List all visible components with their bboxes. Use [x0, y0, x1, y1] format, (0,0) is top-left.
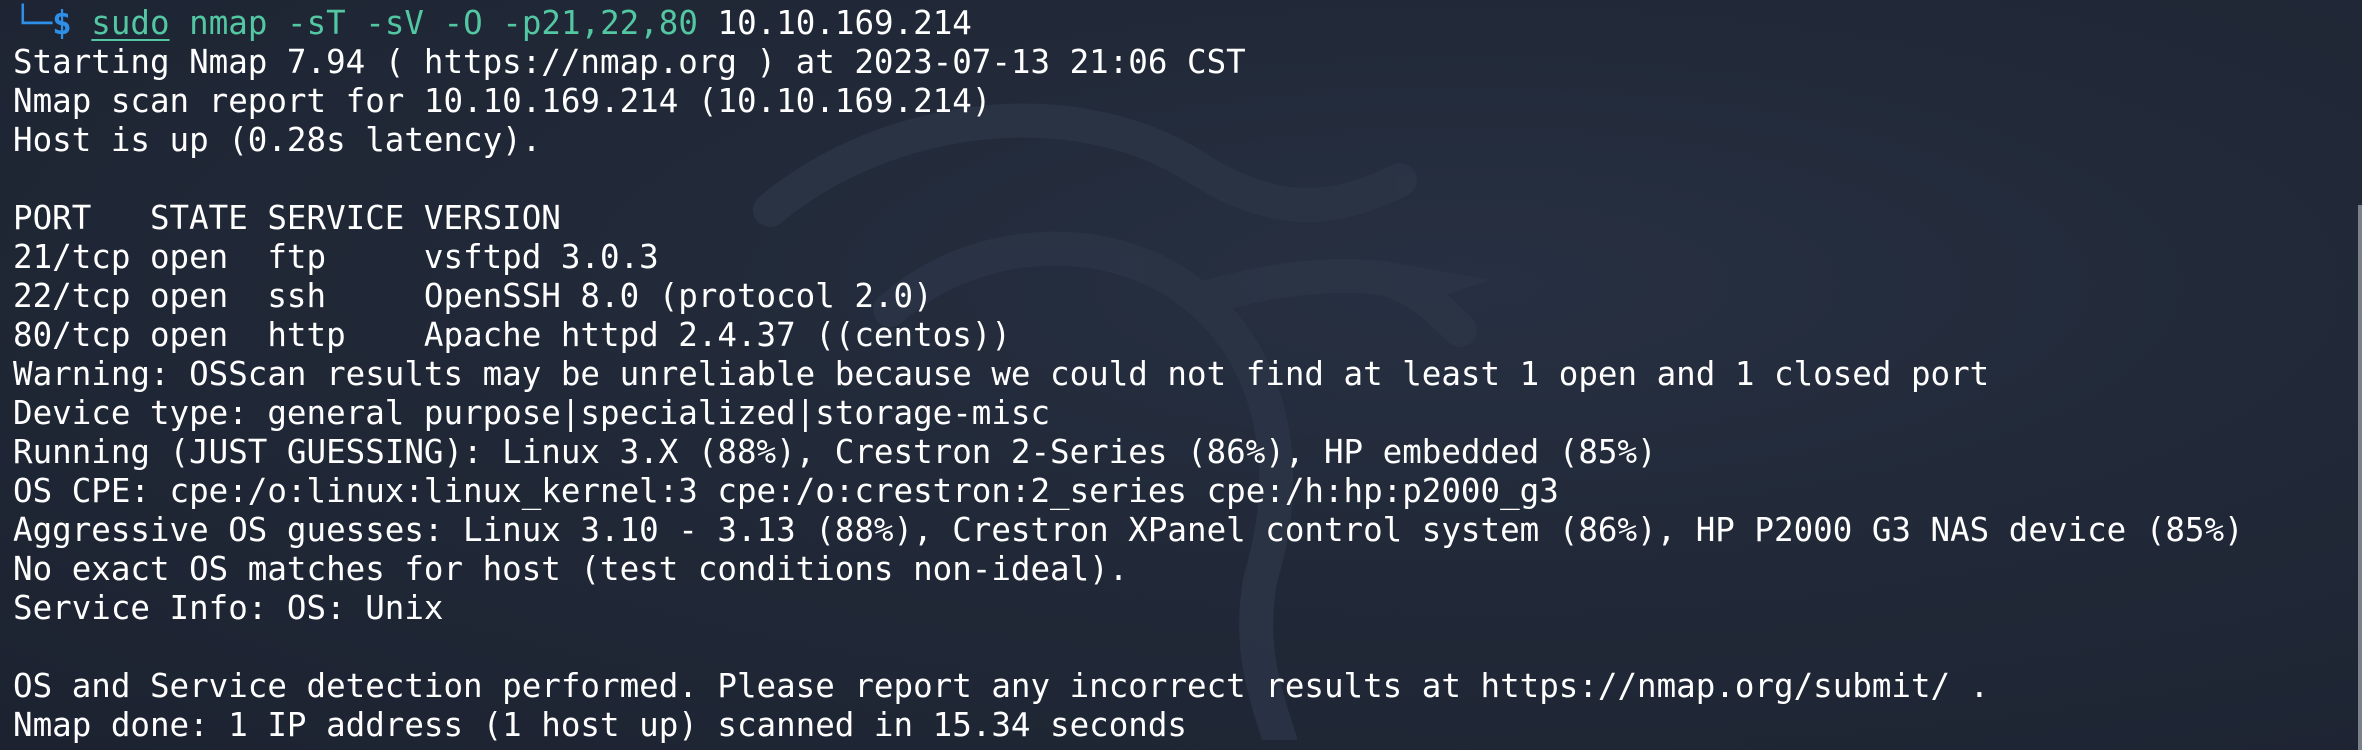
output-line: OS CPE: cpe:/o:linux:linux_kernel:3 cpe:… [13, 472, 1559, 510]
output-line: 80/tcp open http Apache httpd 2.4.37 ((c… [13, 316, 1011, 354]
output-line: Warning: OSScan results may be unreliabl… [13, 355, 1990, 393]
output-line: Host is up (0.28s latency). [13, 121, 542, 159]
output-line: Nmap done: 1 IP address (1 host up) scan… [13, 706, 1187, 744]
output-line: Aggressive OS guesses: Linux 3.10 - 3.13… [13, 511, 2244, 549]
terminal-output[interactable]: └─$ sudo nmap -sT -sV -O -p21,22,80 10.1… [13, 4, 2332, 745]
command-name: nmap [189, 4, 268, 42]
command-sudo: sudo [91, 4, 170, 42]
output-line: Nmap scan report for 10.10.169.214 (10.1… [13, 82, 992, 120]
terminal-window[interactable]: └─$ sudo nmap -sT -sV -O -p21,22,80 10.1… [0, 0, 2362, 750]
command-target: 10.10.169.214 [717, 4, 972, 42]
output-line: Running (JUST GUESSING): Linux 3.X (88%)… [13, 433, 1657, 471]
output-line: 22/tcp open ssh OpenSSH 8.0 (protocol 2.… [13, 277, 933, 315]
prompt-corner: └─ [13, 4, 53, 42]
prompt-dollar: $ [52, 4, 72, 42]
output-line: OS and Service detection performed. Plea… [13, 667, 1990, 705]
output-line: Service Info: OS: Unix [13, 589, 444, 627]
command-flags: -sT -sV -O -p21,22,80 [287, 4, 698, 42]
output-line: PORT STATE SERVICE VERSION [13, 199, 561, 237]
output-line: Starting Nmap 7.94 ( https://nmap.org ) … [13, 43, 1246, 81]
output-line: 21/tcp open ftp vsftpd 3.0.3 [13, 238, 659, 276]
command-prompt-line: └─$ sudo nmap -sT -sV -O -p21,22,80 10.1… [13, 4, 2332, 43]
output-line: No exact OS matches for host (test condi… [13, 550, 1129, 588]
output-line: Device type: general purpose|specialized… [13, 394, 1051, 432]
scrollbar-thumb[interactable] [2358, 205, 2362, 750]
